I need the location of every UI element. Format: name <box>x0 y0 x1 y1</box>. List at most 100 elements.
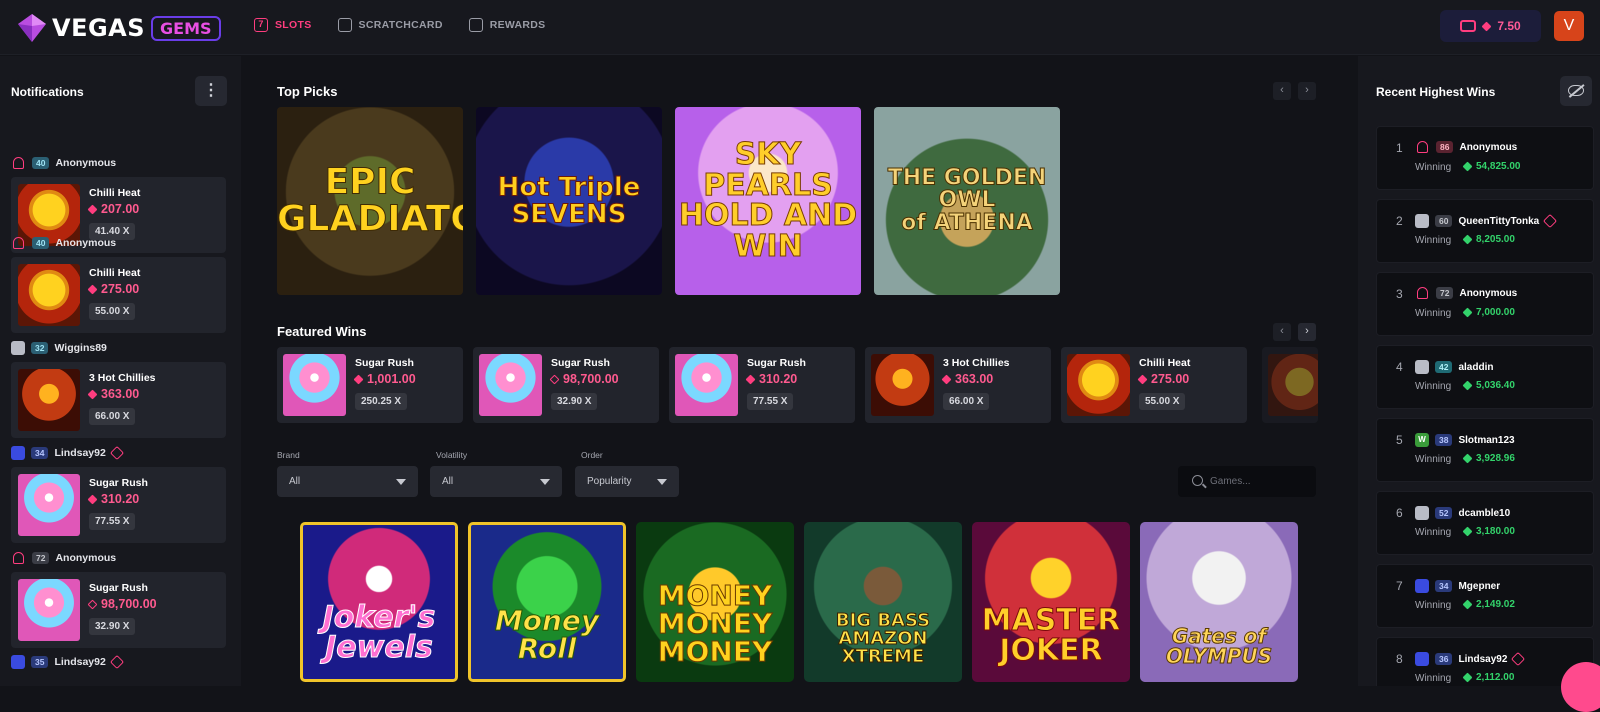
recent-win-card[interactable]: 7 34 Mgepner Winning 2,149.02 <box>1376 564 1594 628</box>
game-name: Sugar Rush <box>89 477 148 489</box>
game-tile[interactable]: MONEY MONEY MONEY <box>636 522 794 682</box>
game-tile[interactable]: Gates of OLYMPUS <box>1140 522 1298 682</box>
rank-number: 5 <box>1396 433 1403 447</box>
notification-header: 40 Anonymous <box>11 153 226 173</box>
win-amount: 1,001.00 <box>353 372 416 386</box>
anonymous-bell-icon <box>13 237 24 249</box>
recent-win-card[interactable]: 1 86 Anonymous Winning 54,825.00 <box>1376 126 1594 190</box>
user-avatar-icon <box>1415 506 1429 520</box>
level-badge: 40 <box>32 237 50 249</box>
brand-select[interactable]: All <box>277 466 418 497</box>
featured-win-card[interactable]: Sugar Rush 310.20 77.55 X <box>669 347 855 423</box>
notifications-panel: Notifications ⋮ 40 Anonymous Chilli Heat 20… <box>0 56 241 686</box>
chat-button[interactable] <box>1561 662 1600 712</box>
vegas-gems-logo[interactable]: VEGAS GEMS <box>16 12 221 44</box>
recent-win-card[interactable]: 2 60 QueenTittyTonka Winning 8,205.00 <box>1376 199 1594 263</box>
winning-amount: 5,036.40 <box>1462 380 1515 391</box>
notification-item[interactable]: 32 Wiggins89 3 Hot Chillies 363.00 66.00 X <box>11 338 226 438</box>
top-pick-game-tile[interactable]: EPIC GLADIATORS <box>277 107 463 295</box>
winning-label: Winning <box>1415 381 1452 392</box>
featured-win-card[interactable]: Chilli Heat 275.00 55.00 X <box>1061 347 1247 423</box>
gem-icon <box>549 374 560 384</box>
winning-amount: 8,205.00 <box>1462 234 1515 245</box>
gem-icon <box>745 374 756 384</box>
notification-item[interactable]: 34 Lindsay92 Sugar Rush 310.20 77.55 X <box>11 443 226 543</box>
game-search[interactable] <box>1178 466 1316 497</box>
notifications-menu-button[interactable]: ⋮ <box>195 76 227 106</box>
level-badge: 38 <box>1435 434 1453 446</box>
recent-win-card[interactable]: 3 72 Anonymous Winning 7,000.00 <box>1376 272 1594 336</box>
recent-win-card[interactable]: 5 W 38 Slotman123 Winning 3,928.96 <box>1376 418 1594 482</box>
game-thumbnail <box>283 354 346 416</box>
gem-icon <box>1462 599 1473 610</box>
notification-card[interactable]: Sugar Rush 98,700.00 32.90 X <box>11 572 226 648</box>
game-name: Sugar Rush <box>551 357 610 369</box>
game-title-art: Joker's Jewels <box>322 600 436 665</box>
nav-label: SLOTS <box>275 19 312 31</box>
top-picks-prev-button[interactable]: ‹ <box>1273 82 1291 100</box>
multiplier-badge: 32.90 X <box>89 618 136 635</box>
game-thumbnail <box>479 354 542 416</box>
level-badge: 40 <box>32 157 50 169</box>
game-title-art: SKY PEARLS HOLD AND WIN <box>678 136 858 264</box>
rank-number: 6 <box>1396 506 1403 520</box>
game-tile[interactable]: Money Roll <box>468 522 626 682</box>
level-badge: 42 <box>1435 361 1453 373</box>
game-thumbnail <box>18 369 80 431</box>
user-avatar-icon <box>11 341 25 355</box>
game-name: Sugar Rush <box>89 582 148 594</box>
user-avatar-icon <box>1415 360 1429 374</box>
gem-icon <box>87 284 98 294</box>
notification-card[interactable]: Chilli Heat 275.00 55.00 X <box>11 257 226 333</box>
notification-item[interactable]: 72 Anonymous Sugar Rush 98,700.00 32.90 X <box>11 548 226 648</box>
game-tile[interactable]: BIG BASS AMAZON XTREME <box>804 522 962 682</box>
user-avatar-icon <box>1415 579 1429 593</box>
game-search-input[interactable] <box>1210 466 1310 497</box>
amount-value: 207.00 <box>101 202 140 216</box>
recent-win-card[interactable]: 6 52 dcamble10 Winning 3,180.00 <box>1376 491 1594 555</box>
multiplier-badge: 55.00 X <box>1139 393 1186 410</box>
win-amount: 275.00 <box>87 282 139 296</box>
notification-card[interactable]: 3 Hot Chillies 363.00 66.00 X <box>11 362 226 438</box>
user-avatar[interactable]: V <box>1554 11 1584 41</box>
winning-amount: 2,112.00 <box>1462 672 1515 683</box>
gem-icon <box>353 374 364 384</box>
nav-rewards[interactable]: REWARDS <box>468 18 546 32</box>
nav-scratchcard[interactable]: SCRATCHCARD <box>337 18 443 32</box>
hide-wins-button[interactable] <box>1560 76 1592 106</box>
balance-button[interactable]: 7.50 <box>1440 10 1541 42</box>
win-amount: 98,700.00 <box>87 597 157 611</box>
top-pick-game-tile[interactable]: SKY PEARLS HOLD AND WIN <box>675 107 861 295</box>
top-pick-game-tile[interactable]: Hot Triple SEVENS <box>476 107 662 295</box>
volatility-select[interactable]: All <box>430 466 562 497</box>
gem-icon <box>941 374 952 384</box>
top-picks-next-button[interactable]: › <box>1298 82 1316 100</box>
game-name: Sugar Rush <box>747 357 806 369</box>
anonymous-bell-icon <box>13 157 24 169</box>
game-tile[interactable]: MASTER JOKER <box>972 522 1130 682</box>
balance-amount: 7.50 <box>1497 19 1521 33</box>
featured-win-card[interactable]: 3 Hot Chillies 363.00 66.00 X <box>865 347 1051 423</box>
win-user: 34 Mgepner <box>1415 579 1500 593</box>
amount-value: 3,928.96 <box>1476 453 1515 464</box>
search-icon <box>1192 475 1203 486</box>
order-select[interactable]: Popularity <box>575 466 679 497</box>
featured-win-card[interactable]: Sugar Rush 1,001.00 250.25 X <box>277 347 463 423</box>
featured-win-card[interactable]: Sugar Rush 98,700.00 32.90 X <box>473 347 659 423</box>
game-name: 3 Hot Chillies <box>943 357 1010 369</box>
winning-amount: 3,180.00 <box>1462 526 1515 537</box>
amount-value: 2,112.00 <box>1476 672 1515 683</box>
notification-item[interactable]: 35 Lindsay92 <box>11 652 226 672</box>
notification-item[interactable]: 40 Anonymous Chilli Heat 275.00 55.00 X <box>11 233 226 333</box>
featured-wins-next-button[interactable]: › <box>1298 323 1316 341</box>
top-pick-game-tile[interactable]: THE GOLDEN OWL of ATHENA <box>874 107 1060 295</box>
featured-wins-prev-button[interactable]: ‹ <box>1273 323 1291 341</box>
featured-win-card-partial[interactable] <box>1262 347 1318 423</box>
notification-card[interactable]: Sugar Rush 310.20 77.55 X <box>11 467 226 543</box>
recent-win-card[interactable]: 4 42 aladdin Winning 5,036.40 <box>1376 345 1594 409</box>
winning-label: Winning <box>1415 527 1452 538</box>
game-tile[interactable]: Joker's Jewels <box>300 522 458 682</box>
nav-label: SCRATCHCARD <box>358 19 443 31</box>
level-badge: 72 <box>32 552 50 564</box>
nav-slots[interactable]: 7 SLOTS <box>254 18 312 32</box>
